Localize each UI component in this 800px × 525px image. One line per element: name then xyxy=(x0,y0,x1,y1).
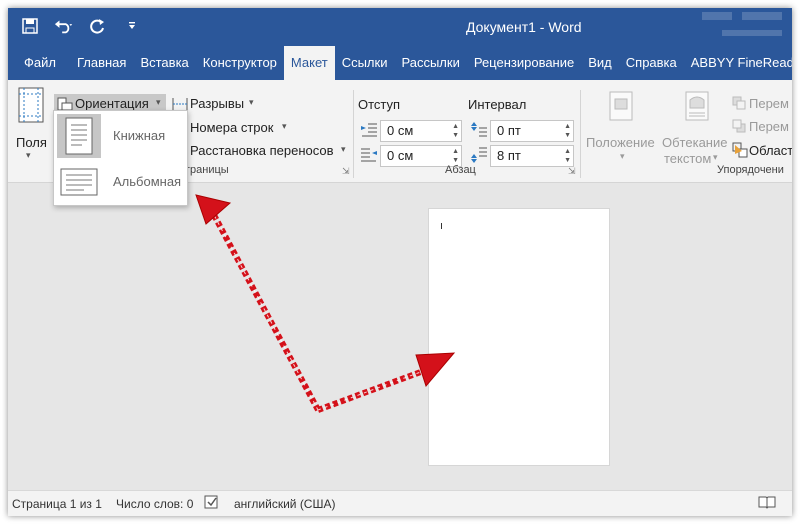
language-indicator[interactable]: английский (США) xyxy=(234,497,335,511)
status-bar: Страница 1 из 1 Число слов: 0 английский… xyxy=(8,490,792,516)
word-window: Документ1 - Word Файл Главная Вставка Ко… xyxy=(8,8,792,516)
page-count[interactable]: Страница 1 из 1 xyxy=(12,497,102,511)
read-mode-icon[interactable] xyxy=(758,495,776,512)
word-count[interactable]: Число слов: 0 xyxy=(116,497,193,511)
annotation-arrow-icon xyxy=(195,194,456,413)
proofing-icon[interactable] xyxy=(204,495,220,512)
